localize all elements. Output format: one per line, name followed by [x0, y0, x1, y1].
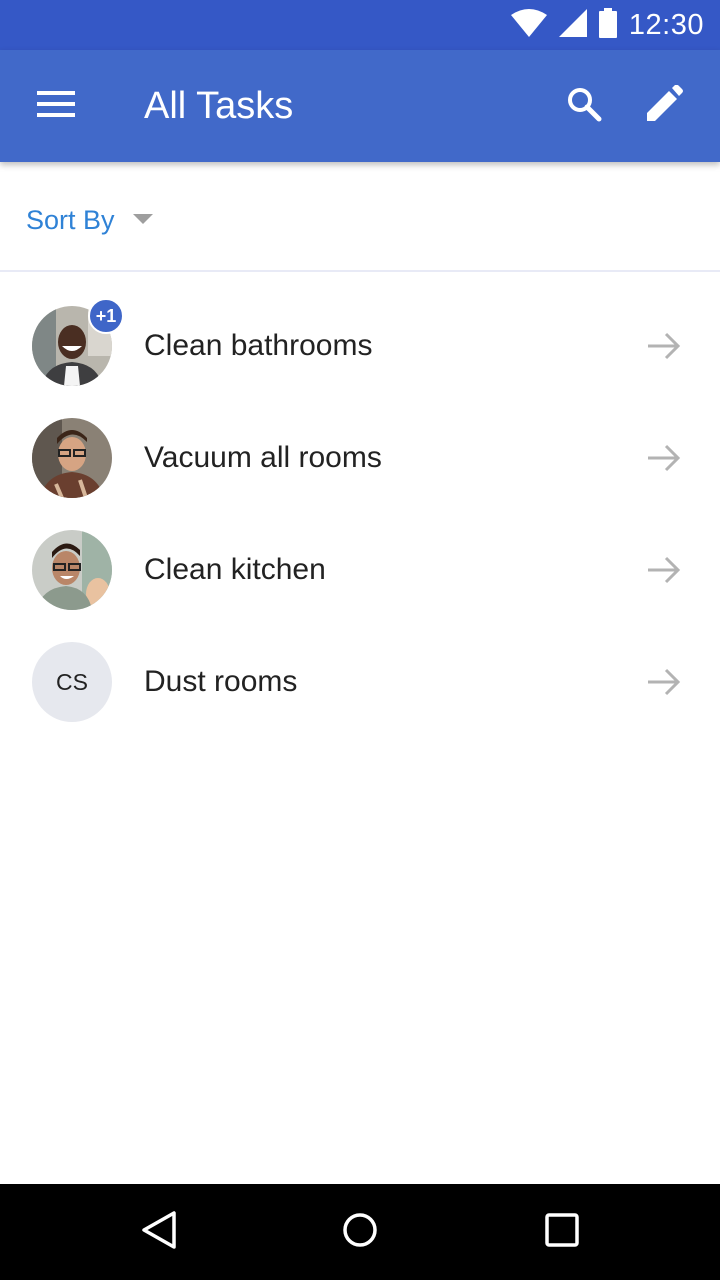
- avatar: [32, 530, 112, 610]
- system-nav-bar: [0, 1184, 720, 1280]
- task-label: Clean kitchen: [144, 553, 326, 586]
- task-row[interactable]: Vacuum all rooms: [0, 402, 720, 514]
- app-bar: All Tasks: [0, 50, 720, 162]
- recents-button[interactable]: [532, 1202, 592, 1262]
- task-list: +1 Clean bathrooms Vacuum all rooms Clea…: [0, 290, 720, 738]
- cellular-signal-icon: [558, 8, 587, 42]
- arrow-right-icon[interactable]: [640, 662, 688, 702]
- back-icon: [140, 1210, 180, 1255]
- sort-by-dropdown[interactable]: Sort By: [26, 192, 153, 248]
- arrow-right-icon[interactable]: [640, 438, 688, 478]
- task-row[interactable]: CS Dust rooms: [0, 626, 720, 738]
- menu-button[interactable]: [28, 78, 84, 134]
- search-button[interactable]: [556, 78, 612, 134]
- task-row[interactable]: Clean kitchen: [0, 514, 720, 626]
- sort-bar: Sort By: [0, 162, 720, 272]
- task-label: Dust rooms: [144, 665, 298, 698]
- menu-icon: [37, 90, 75, 122]
- edit-button[interactable]: [636, 78, 692, 134]
- assignee-count-badge: +1: [88, 298, 124, 334]
- edit-pencil-icon: [645, 84, 683, 128]
- home-button[interactable]: [330, 1202, 390, 1262]
- wifi-icon: [510, 8, 547, 42]
- avatar-initials: CS: [32, 642, 112, 722]
- status-time: 12:30: [628, 8, 704, 41]
- task-label: Clean bathrooms: [144, 329, 373, 362]
- back-button[interactable]: [130, 1204, 190, 1260]
- task-label: Vacuum all rooms: [144, 441, 382, 474]
- recents-icon: [545, 1212, 579, 1252]
- task-row[interactable]: +1 Clean bathrooms: [0, 290, 720, 402]
- page-title: All Tasks: [144, 85, 294, 127]
- status-icons: 12:30: [510, 0, 704, 50]
- sort-by-label: Sort By: [26, 204, 115, 235]
- home-icon: [342, 1212, 378, 1253]
- search-icon: [566, 86, 602, 127]
- avatar: [32, 418, 112, 498]
- battery-icon: [598, 7, 617, 43]
- status-bar: 12:30: [0, 0, 720, 50]
- arrow-right-icon[interactable]: [640, 550, 688, 590]
- arrow-right-icon[interactable]: [640, 326, 688, 366]
- dropdown-arrow-icon: [132, 211, 153, 229]
